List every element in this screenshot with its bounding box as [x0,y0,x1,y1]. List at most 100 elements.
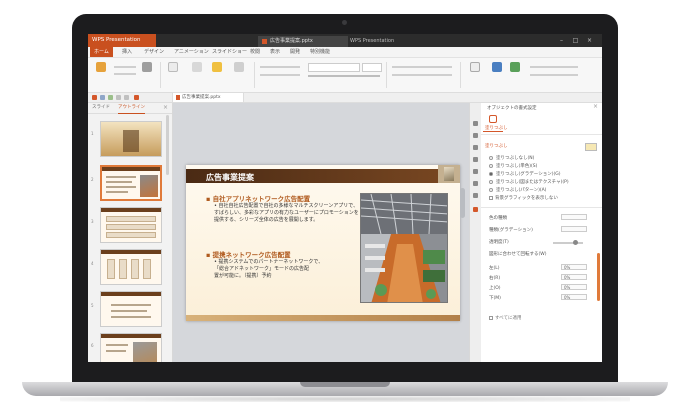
ribbon-option[interactable] [260,74,300,76]
shape-icon[interactable] [473,181,478,186]
slide-canvas[interactable]: 広告事業提案 ▪ 自社アプリネットワーク広告配置 • 自社自社広告配置で自社の多… [173,103,469,362]
slider-handle[interactable] [573,240,578,245]
app-menu-button[interactable]: WPS Presentation [88,34,156,47]
slide-thumbnail[interactable] [100,121,162,157]
transition-icon[interactable] [473,145,478,150]
rotate-with-shape-label: 図形に合わせて回転する(W) [489,252,547,257]
arrange-button[interactable] [508,62,522,80]
menu-home[interactable]: ホーム [90,47,113,57]
tab-outline[interactable]: アウトライン [118,103,145,114]
radio-button[interactable] [489,179,493,184]
menu-slideshow[interactable]: スライドショー [212,47,247,57]
undo-icon[interactable] [116,95,121,100]
radio-button[interactable] [489,187,493,192]
current-slide[interactable]: 広告事業提案 ▪ 自社アプリネットワーク広告配置 • 自社自社広告配置で自社の多… [186,165,460,321]
checkbox[interactable] [489,315,493,320]
fill-option[interactable]: 塗りつぶしなし(N) [489,155,534,161]
paint-bucket-icon[interactable] [489,115,497,123]
thumbnail-text-line [106,181,132,183]
transparency-slider[interactable] [553,240,583,245]
gradient-type-select[interactable] [561,226,587,232]
copy-button[interactable] [114,73,136,75]
shapes-button[interactable] [490,62,504,80]
app-logo-icon[interactable] [92,95,97,100]
menu-design[interactable]: デザイン [144,47,164,57]
redo-icon[interactable] [124,95,129,100]
reset-button[interactable] [210,62,224,80]
menu-review[interactable]: 校閲 [250,47,260,57]
document-tab[interactable]: 広告事業提案.pptx [258,36,348,47]
slideshow-start-icon[interactable] [134,95,139,100]
fill-section-header[interactable]: 塗りつぶし [485,143,508,149]
offset-bottom-input[interactable]: 0% [561,294,587,300]
bullet-block-2[interactable]: ▪ 提携ネットワーク広告配置 • 提携システムでのパートナーネットワークで、 「… [206,249,323,280]
photo-image[interactable] [360,193,448,303]
window-maximize-icon[interactable]: □ [572,37,579,44]
window-close-icon[interactable]: × [586,37,593,44]
text-box-button[interactable] [468,62,482,80]
pane-scrollbar[interactable] [597,253,600,301]
tab-slides[interactable]: スライド [92,103,110,113]
close-icon[interactable]: × [593,103,598,110]
menu-developer[interactable]: 開発 [290,47,300,57]
paragraph-buttons[interactable] [392,66,452,68]
find-replace-button[interactable] [530,66,578,68]
alignment-buttons[interactable] [392,74,452,76]
font-size-select[interactable] [362,63,382,72]
radio-button-selected[interactable] [489,171,493,176]
fill-option[interactable]: 塗りつぶし(グラデーション)(G) [489,171,560,177]
slide-thumbnail[interactable] [100,291,162,327]
format-painter-button[interactable] [140,62,154,80]
window-minimize-icon[interactable]: – [558,37,565,44]
slide-thumbnail-selected[interactable] [100,165,162,201]
menu-special[interactable]: 特別機能 [310,47,330,57]
thumbnails-scrollbar[interactable] [166,115,169,175]
radio-button[interactable] [489,163,493,168]
cut-button[interactable] [114,66,136,68]
radio-button[interactable] [489,155,493,160]
fill-option[interactable]: 背景グラフィックを表示しない [489,195,558,201]
menu-view[interactable]: 表示 [270,47,280,57]
file-tab[interactable]: 広告事業提案.pptx [172,93,244,102]
new-slide-button[interactable] [166,62,180,80]
offset-left-input[interactable]: 0% [561,264,587,270]
fill-option[interactable]: 塗りつぶし(パターン)(A) [489,187,546,193]
color-type-select[interactable] [561,214,587,220]
section-button[interactable] [232,62,246,80]
slide-thumbnail[interactable] [100,249,162,285]
bullet-block-1[interactable]: ▪ 自社アプリネットワーク広告配置 • 自社自社広告配置で自社の多様なマルチスク… [206,193,359,224]
offset-right-input[interactable]: 0% [561,274,587,280]
help-icon[interactable] [473,207,478,212]
menu-animation[interactable]: アニメーション [174,47,209,57]
animation-icon[interactable] [473,133,478,138]
offset-right-label: 右(R) [489,276,501,281]
save-icon[interactable] [100,95,105,100]
slide-title[interactable]: 広告事業提案 [206,172,254,183]
selection-icon[interactable] [473,157,478,162]
format-painter-icon [142,62,152,72]
backup-icon[interactable] [473,169,478,174]
font-family-select[interactable] [308,63,360,72]
print-icon[interactable] [108,95,113,100]
paste-button[interactable] [94,62,108,80]
bullet-text-line: すばらしい、多彩なアプリの有力なユーザーにプロモーションを [214,210,359,216]
slide-thumbnail[interactable] [100,333,162,362]
select-button[interactable] [530,74,578,76]
menu-insert[interactable]: 挿入 [122,47,132,57]
font-format-buttons[interactable] [308,75,380,77]
settings-icon[interactable] [473,193,478,198]
app-tab-label[interactable]: WPS Presentation [350,36,414,47]
canvas-scrollbar[interactable] [460,188,465,218]
apply-all-option[interactable]: すべてに適用 [489,315,522,321]
slide-thumbnail[interactable] [100,207,162,243]
thumbnail-text-line [106,186,136,188]
object-properties-icon[interactable] [473,121,478,126]
fill-option[interactable]: 塗りつぶし(図またはテクスチャ)(P) [489,179,569,185]
offset-top-input[interactable]: 0% [561,284,587,290]
close-icon[interactable]: × [163,103,168,113]
color-swatch[interactable] [585,143,597,151]
checkbox[interactable] [489,195,493,200]
ribbon-option[interactable] [260,66,300,68]
layout-button[interactable] [190,62,204,80]
fill-option[interactable]: 塗りつぶし(単色)(S) [489,163,537,169]
